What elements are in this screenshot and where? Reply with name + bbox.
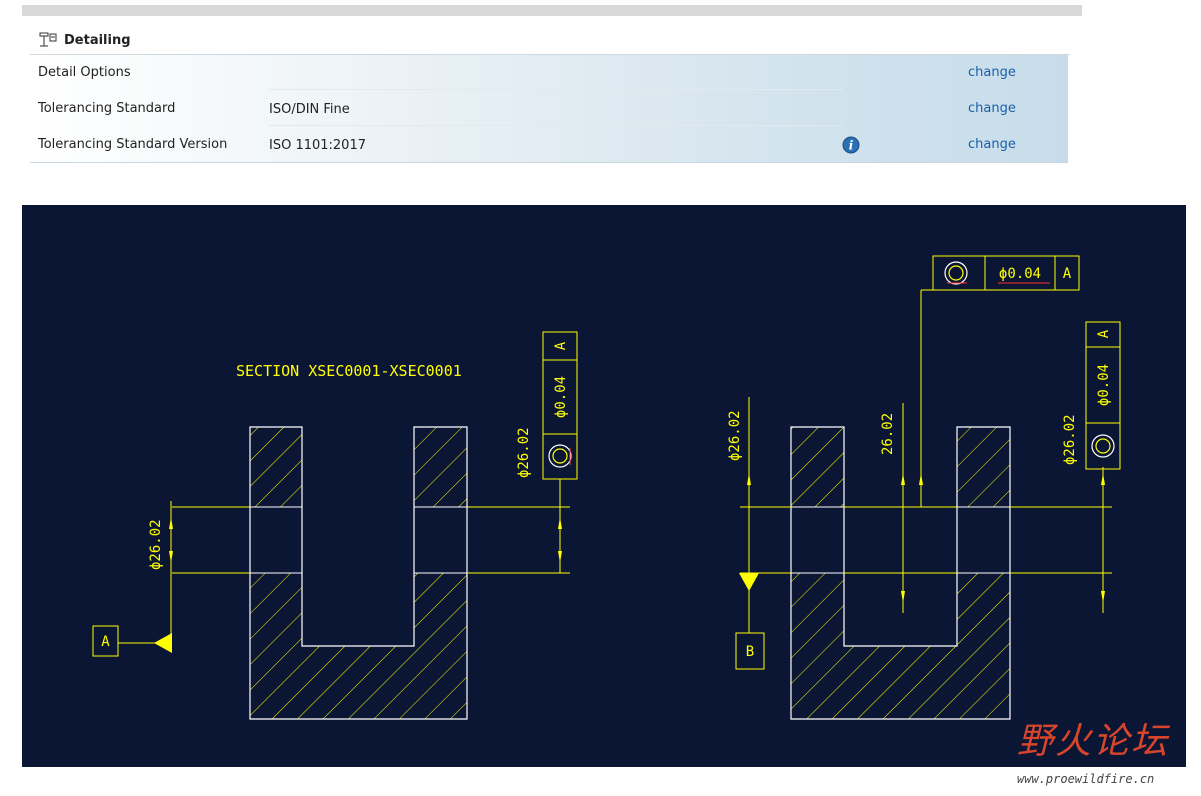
datum-b-label: B [746,644,754,660]
dimension-label: 26.02 [880,413,896,455]
cad-drawing-canvas: SECTION XSEC0001-XSEC0001 ϕ26.02 A ϕ26.0… [22,205,1186,767]
watermark-url: www.proewildfire.cn [1017,772,1155,786]
info-icon[interactable]: i [842,136,860,154]
datum-reference: A [1096,329,1112,338]
change-detail-options-link[interactable]: change [968,65,1016,80]
feature-control-frame-right: A ϕ0.04 [1085,321,1121,470]
row-divider [269,89,843,90]
change-tolerancing-standard-version-link[interactable]: change [968,137,1016,152]
row-tolerancing-standard-version: Tolerancing Standard Version ISO 1101:20… [30,127,1068,162]
top-strip [22,5,1082,16]
row-tolerancing-standard: Tolerancing Standard ISO/DIN Fine change [30,91,1068,126]
dimension-label: ϕ26.02 [148,519,164,570]
detailing-icon [39,32,57,47]
row-detail-options: Detail Options change [30,55,1068,90]
watermark-logo: 野火论坛 [1017,721,1170,762]
concentricity-icon [1091,434,1115,458]
tolerance-value: ϕ0.04 [1096,364,1112,406]
dimension-label: ϕ26.02 [727,410,743,461]
right-section-view: ϕ26.02 B 26.02 ϕ0.04 A ϕ26.02 A ϕ0.04 [727,255,1121,720]
row-divider [269,125,843,126]
row-label: Tolerancing Standard Version [38,137,228,152]
section-label: SECTION XSEC0001-XSEC0001 [236,362,462,380]
dimension-label: ϕ26.02 [516,427,532,478]
tolerance-value: ϕ0.04 [553,376,569,418]
row-value: ISO 1101:2017 [269,138,366,153]
section-title: Detailing [64,32,131,48]
dimension-label: ϕ26.02 [1062,414,1078,465]
datum-reference: A [553,341,569,350]
concentricity-icon [944,261,968,285]
section-header: Detailing [38,28,131,52]
tolerance-value: ϕ0.04 [999,266,1041,282]
row-value: ISO/DIN Fine [269,102,350,117]
svg-text:i: i [849,139,854,153]
left-section-view: ϕ26.02 A ϕ26.02 A ϕ0.04 [92,331,578,720]
change-tolerancing-standard-link[interactable]: change [968,101,1016,116]
row-label: Detail Options [38,65,131,80]
feature-control-frame-left: A ϕ0.04 [542,331,578,480]
datum-a-label: A [101,634,110,650]
datum-reference: A [1063,266,1072,282]
cad-drawing: SECTION XSEC0001-XSEC0001 ϕ26.02 A ϕ26.0… [92,255,1121,720]
concentricity-icon [548,444,572,468]
detailing-options-panel: Detail Options change Tolerancing Standa… [30,55,1068,163]
feature-control-frame-top: ϕ0.04 A [932,255,1080,291]
row-label: Tolerancing Standard [38,101,176,116]
